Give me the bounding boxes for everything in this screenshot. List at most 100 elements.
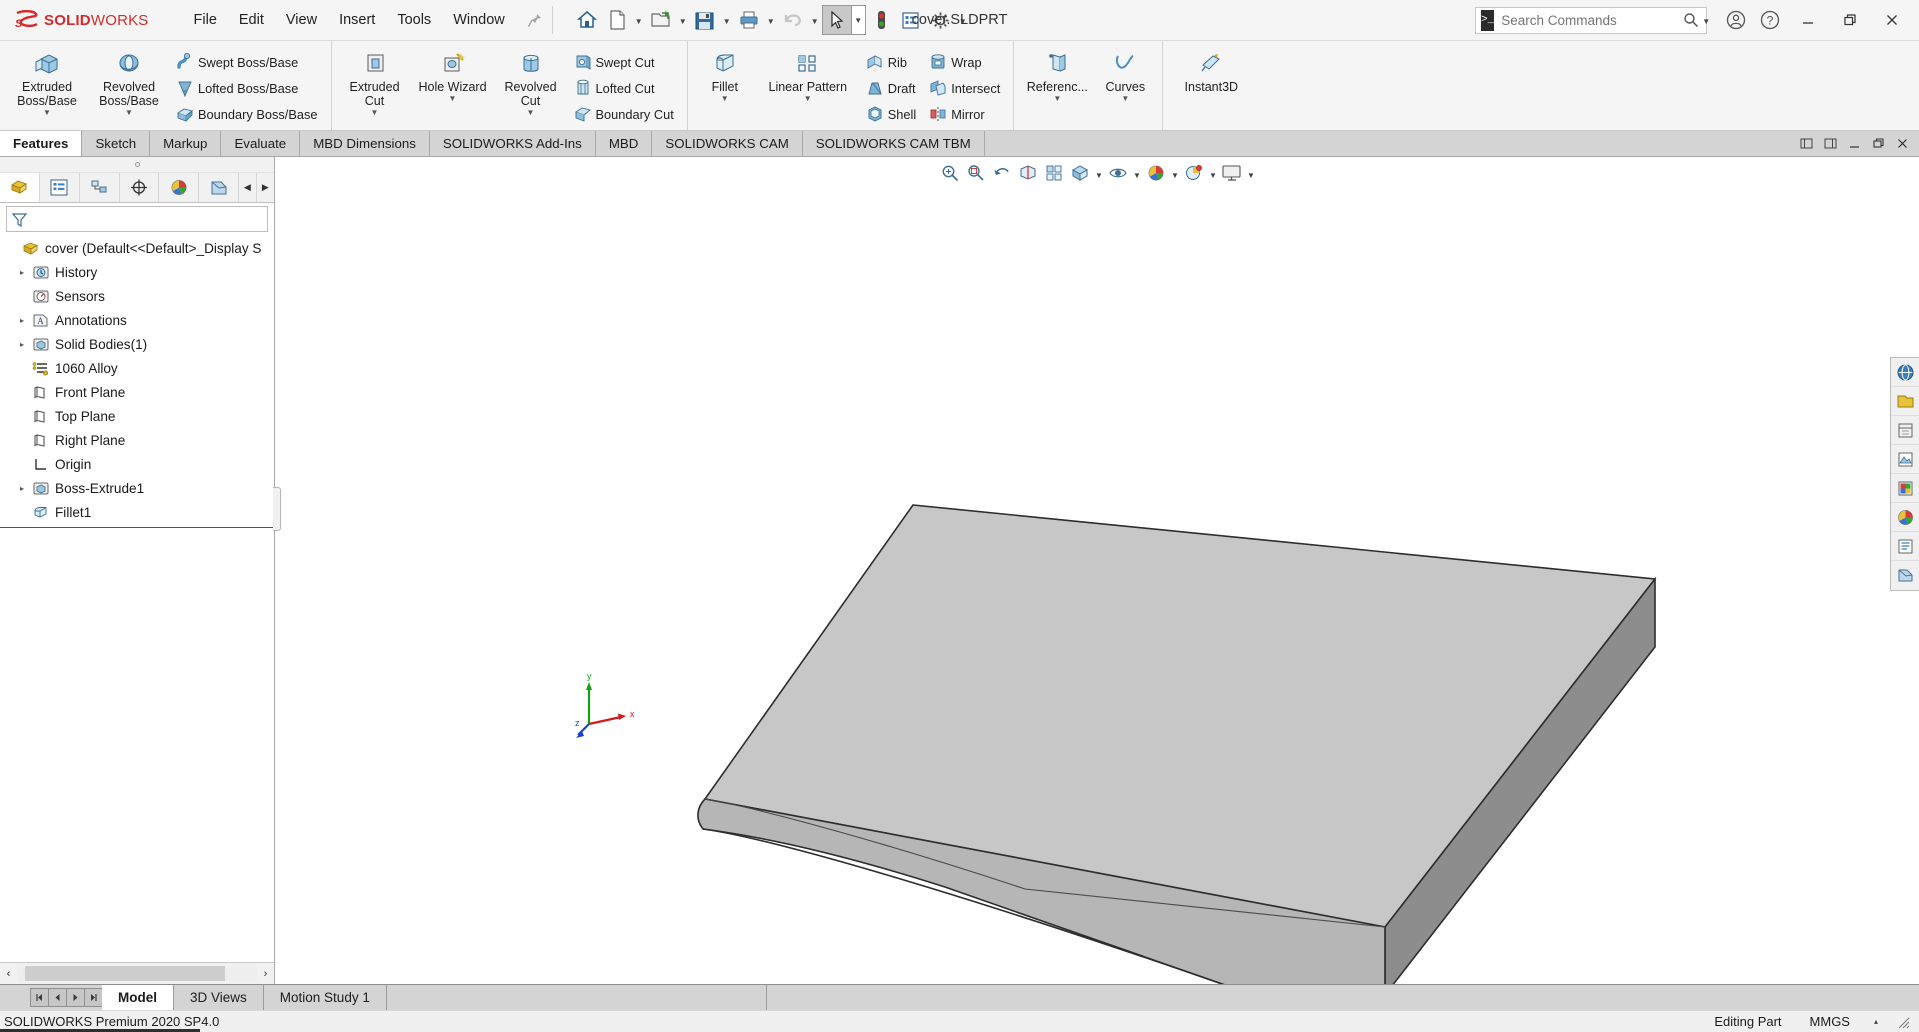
mirror-button[interactable]: Mirror xyxy=(923,101,1007,127)
curves-button[interactable]: Curves ▼ xyxy=(1094,45,1156,104)
save-caret-icon[interactable]: ▼ xyxy=(720,5,734,35)
file-explorer-icon[interactable] xyxy=(1891,416,1919,445)
close-icon[interactable] xyxy=(1871,0,1913,40)
nav-next-icon[interactable] xyxy=(66,988,85,1007)
extruded-cut-button[interactable]: Extruded Cut ▼ xyxy=(338,45,412,118)
fm-tab-configuration-manager[interactable] xyxy=(80,173,120,202)
view-settings-caret-icon[interactable]: ▼ xyxy=(1245,160,1257,186)
fm-tab-display-manager[interactable] xyxy=(159,173,200,202)
expander-icon[interactable]: ▸ xyxy=(14,268,30,277)
options-caret-icon[interactable]: ▼ xyxy=(956,5,970,35)
help-icon[interactable]: ? xyxy=(1753,3,1787,37)
hole-wizard-caret-icon[interactable]: ▼ xyxy=(412,94,494,104)
custom-properties-icon[interactable] xyxy=(1891,503,1919,532)
edit-appearance-caret-icon[interactable]: ▼ xyxy=(1169,160,1181,186)
fm-tabs-scroll-left[interactable]: ◀ xyxy=(239,173,257,202)
feature-tree-horizontal-scrollbar[interactable]: ‹ › xyxy=(0,962,274,984)
open-document-caret-icon[interactable]: ▼ xyxy=(676,5,690,35)
pin-icon[interactable] xyxy=(526,12,543,29)
user-account-icon[interactable] xyxy=(1719,3,1753,37)
tree-item-boss-extrude1[interactable]: ▸ Boss-Extrude1 xyxy=(0,476,274,500)
menu-file[interactable]: File xyxy=(183,7,228,33)
tree-item-sensors[interactable]: Sensors xyxy=(0,284,274,308)
file-properties-icon[interactable] xyxy=(896,5,926,35)
tree-item-material[interactable]: 1060 Alloy xyxy=(0,356,274,380)
tab-sketch[interactable]: Sketch xyxy=(82,131,151,156)
display-style-caret-icon[interactable]: ▼ xyxy=(1093,160,1105,186)
reference-geometry-button[interactable]: Referenc... ▼ xyxy=(1020,45,1094,104)
zoom-to-fit-icon[interactable] xyxy=(937,160,963,186)
boundary-cut-button[interactable]: Boundary Cut xyxy=(568,101,681,127)
tree-item-top-plane[interactable]: Top Plane xyxy=(0,404,274,428)
save-icon[interactable] xyxy=(690,5,720,35)
menu-tools[interactable]: Tools xyxy=(386,7,442,33)
menu-insert[interactable]: Insert xyxy=(328,7,386,33)
scroll-left-icon[interactable]: ‹ xyxy=(0,968,17,980)
shell-button[interactable]: Shell xyxy=(860,101,923,127)
expander-icon[interactable]: ▸ xyxy=(14,316,30,325)
home-icon[interactable] xyxy=(572,5,602,35)
tree-item-right-plane[interactable]: Right Plane xyxy=(0,428,274,452)
search-commands-box[interactable]: >_ ▼ xyxy=(1475,6,1710,34)
tab-solidworks-add-ins[interactable]: SOLIDWORKS Add-Ins xyxy=(429,131,596,156)
tab-mbd-dimensions[interactable]: MBD Dimensions xyxy=(300,131,430,156)
search-icon[interactable] xyxy=(1680,12,1702,28)
fm-tab-cam-feature-tree[interactable] xyxy=(199,173,240,202)
options-gear-icon[interactable] xyxy=(926,5,956,35)
swept-cut-button[interactable]: Swept Cut xyxy=(568,49,681,75)
lofted-boss-base-button[interactable]: Lofted Boss/Base xyxy=(170,75,325,101)
menu-edit[interactable]: Edit xyxy=(228,7,275,33)
hole-wizard-button[interactable]: Hole Wizard ▼ xyxy=(412,45,494,104)
curves-caret-icon[interactable]: ▼ xyxy=(1094,94,1156,104)
revolved-cut-button[interactable]: Revolved Cut ▼ xyxy=(494,45,568,118)
solidworks-resources-icon[interactable] xyxy=(1891,358,1919,387)
tab-evaluate[interactable]: Evaluate xyxy=(221,131,301,156)
status-units-caret-icon[interactable]: ▴ xyxy=(1864,1017,1888,1026)
new-document-icon[interactable] xyxy=(602,5,632,35)
menu-window[interactable]: Window xyxy=(442,7,516,33)
tile-vertical-icon[interactable] xyxy=(1818,137,1842,150)
boundary-boss-base-button[interactable]: Boundary Boss/Base xyxy=(170,101,325,127)
revolved-boss-base-button[interactable]: Revolved Boss/Base ▼ xyxy=(88,45,170,118)
fm-tab-property-manager[interactable] xyxy=(40,173,80,202)
fm-tab-dimxpert-manager[interactable] xyxy=(120,173,160,202)
nav-last-icon[interactable] xyxy=(84,988,103,1007)
print-icon[interactable] xyxy=(734,5,764,35)
scroll-thumb[interactable] xyxy=(25,966,225,981)
resize-grip-icon[interactable] xyxy=(1888,1015,1919,1029)
select-cursor-icon[interactable] xyxy=(821,5,852,35)
nav-prev-icon[interactable] xyxy=(48,988,67,1007)
tab-features[interactable]: Features xyxy=(0,131,83,156)
rollback-bar[interactable] xyxy=(0,527,274,529)
apply-scene-caret-icon[interactable]: ▼ xyxy=(1207,160,1219,186)
tree-item-front-plane[interactable]: Front Plane xyxy=(0,380,274,404)
linear-pattern-caret-icon[interactable]: ▼ xyxy=(756,94,860,104)
tree-item-annotations[interactable]: ▸ A Annotations xyxy=(0,308,274,332)
print-caret-icon[interactable]: ▼ xyxy=(764,5,778,35)
appearances-scenes-icon[interactable] xyxy=(1891,474,1919,503)
tree-item-cover[interactable]: cover (Default<<Default>_Display S xyxy=(0,236,274,260)
fillet-caret-icon[interactable]: ▼ xyxy=(694,94,756,104)
part-model-cover[interactable] xyxy=(645,457,1845,984)
tab-markup[interactable]: Markup xyxy=(150,131,222,156)
undo-icon[interactable] xyxy=(778,5,808,35)
linear-pattern-button[interactable]: Linear Pattern ▼ xyxy=(756,45,860,104)
tree-item-solid-bodies[interactable]: ▸ Solid Bodies(1) xyxy=(0,332,274,356)
expander-icon[interactable]: ▸ xyxy=(14,340,30,349)
tree-item-history[interactable]: ▸ History xyxy=(0,260,274,284)
tree-item-origin[interactable]: Origin xyxy=(0,452,274,476)
rib-button[interactable]: Rib xyxy=(860,49,923,75)
extruded-cut-caret-icon[interactable]: ▼ xyxy=(338,108,412,118)
draft-button[interactable]: Draft xyxy=(860,75,923,101)
scroll-right-icon[interactable]: › xyxy=(257,968,274,980)
tab-solidworks-cam[interactable]: SOLIDWORKS CAM xyxy=(652,131,803,156)
instant3d-button[interactable]: Instant3D xyxy=(1169,45,1253,94)
feature-manager-drag-handle[interactable] xyxy=(0,157,274,173)
reference-geometry-caret-icon[interactable]: ▼ xyxy=(1020,94,1094,104)
section-view-icon[interactable] xyxy=(1015,160,1041,186)
undo-caret-icon[interactable]: ▼ xyxy=(808,5,822,35)
document-minimize-icon[interactable] xyxy=(1842,137,1866,150)
edit-appearance-icon[interactable] xyxy=(1143,160,1169,186)
new-document-caret-icon[interactable]: ▼ xyxy=(632,5,646,35)
document-close-icon[interactable] xyxy=(1890,137,1914,150)
